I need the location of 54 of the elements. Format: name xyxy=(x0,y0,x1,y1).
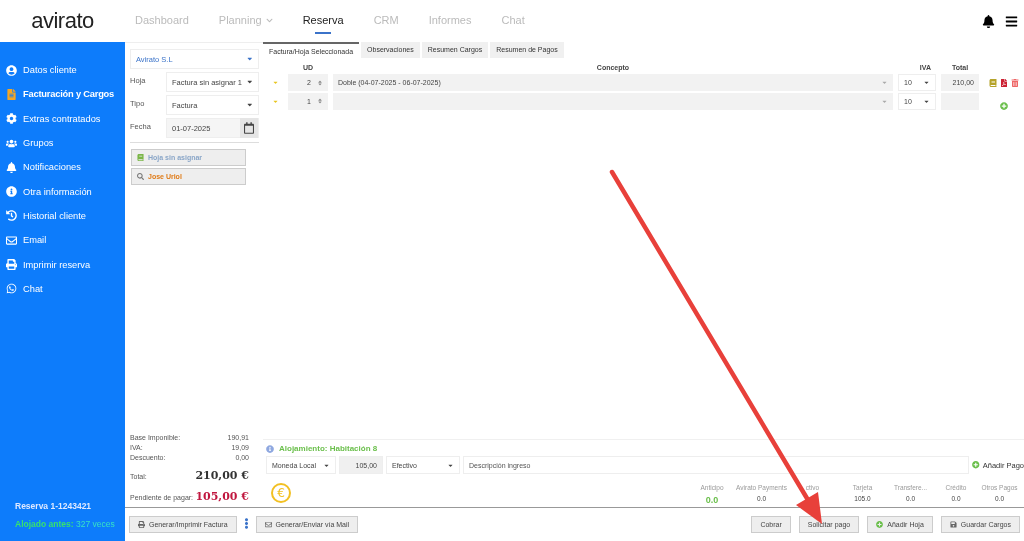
sidebar-icon xyxy=(6,113,17,125)
info-icon xyxy=(266,444,274,453)
stayed-count: 327 veces xyxy=(75,519,115,529)
sidebar-item[interactable]: Otra información xyxy=(0,179,125,204)
caret-icon xyxy=(881,79,888,86)
sidebar-icon xyxy=(6,161,17,173)
spinner-icon[interactable] xyxy=(317,98,323,104)
chevron-icon xyxy=(265,16,273,24)
caret-icon[interactable] xyxy=(273,79,278,86)
payment-title: Alojamiento: Habitación 8 xyxy=(279,444,378,453)
save-icon xyxy=(949,521,957,528)
printer-icon xyxy=(138,521,145,528)
sidebar-item[interactable]: Facturación y Cargos xyxy=(0,82,125,107)
payment-type-value: 0.0 xyxy=(705,495,719,505)
total-value: 210,00 € xyxy=(195,469,249,482)
sidebar-item[interactable]: Datos cliente xyxy=(0,58,125,83)
sidebar-item[interactable]: Chat xyxy=(0,276,125,301)
pdf-icon[interactable] xyxy=(1000,78,1008,87)
delete-icon[interactable] xyxy=(1011,78,1019,87)
total-value: 105,00 € xyxy=(195,490,249,503)
caret-icon xyxy=(923,79,930,86)
stayed-label: Alojado antes: xyxy=(15,519,74,529)
add-icon xyxy=(972,461,980,469)
calendar-icon[interactable] xyxy=(240,118,258,138)
sidebar-icon xyxy=(6,64,17,76)
reservation-number: Reserva 1-1243421 xyxy=(15,501,93,511)
sidebar-item[interactable]: Grupos xyxy=(0,130,125,156)
sidebar-icon xyxy=(6,186,17,198)
sidebar-item[interactable]: Extras contratados xyxy=(0,106,125,131)
search-icon xyxy=(137,173,144,180)
envelope-icon xyxy=(264,521,272,528)
spinner-icon[interactable] xyxy=(317,79,323,86)
sidebar-icon xyxy=(6,88,17,100)
concept-field[interactable] xyxy=(333,92,893,110)
sheet-icon xyxy=(137,154,144,161)
logo: avirato xyxy=(30,8,95,34)
sidebar-icon xyxy=(6,137,17,149)
sidebar-item[interactable]: Notificaciones xyxy=(0,155,125,180)
notification-icon[interactable] xyxy=(982,14,995,28)
sidebar-icon xyxy=(6,234,17,246)
sidebar-icon xyxy=(6,259,17,270)
sheet-icon[interactable] xyxy=(989,78,997,87)
sidebar-item[interactable]: Email xyxy=(0,228,125,253)
sidebar-item[interactable]: Historial cliente xyxy=(0,203,125,229)
add-icon xyxy=(876,521,884,528)
caret-icon xyxy=(245,78,253,86)
menu-icon[interactable] xyxy=(1005,14,1018,28)
caret-icon xyxy=(245,55,253,63)
caret-icon xyxy=(245,101,253,109)
add-icon[interactable] xyxy=(1000,101,1008,110)
euro-coin-icon: € xyxy=(271,483,291,503)
sidebar-item[interactable]: Imprimir reserva xyxy=(0,252,125,277)
sidebar-icon xyxy=(6,283,17,295)
sidebar-icon xyxy=(6,210,17,222)
